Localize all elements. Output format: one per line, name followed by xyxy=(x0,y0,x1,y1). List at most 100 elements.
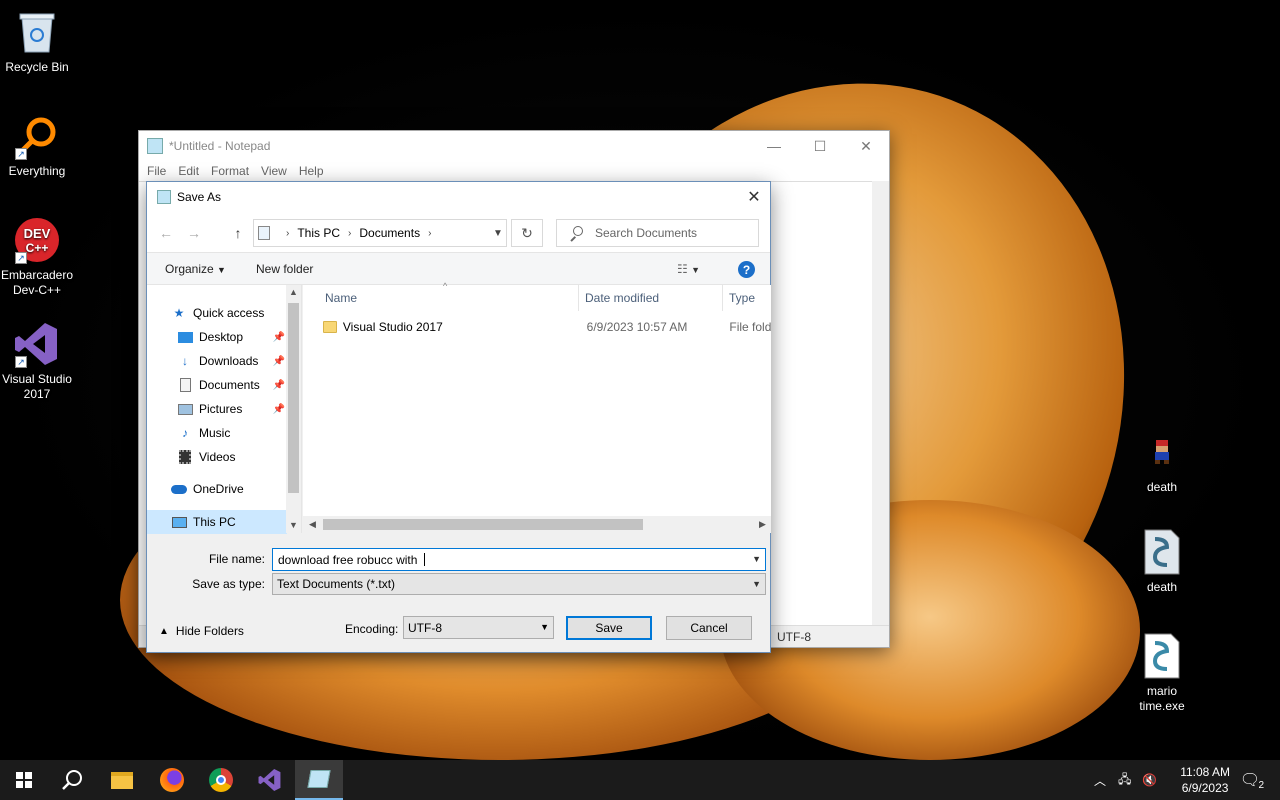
cancel-button[interactable]: Cancel xyxy=(666,616,752,640)
desktop-icon-death-1[interactable]: death xyxy=(1125,428,1199,495)
nav-scroll-thumb[interactable] xyxy=(288,303,299,493)
dev-cpp-icon: DEV C++ ↗ xyxy=(13,216,61,264)
address-row: ← → ↑ › This PC › Documents › ▼ ↻ Search… xyxy=(147,212,770,252)
menu-file[interactable]: File xyxy=(141,161,172,181)
back-arrow-icon[interactable]: ← xyxy=(155,222,177,244)
search-button[interactable] xyxy=(48,760,96,800)
maximize-icon[interactable]: ☐ xyxy=(797,131,843,161)
chevron-right-icon: › xyxy=(286,227,290,239)
save-as-type-select[interactable]: Text Documents (*.txt) ▼ xyxy=(272,573,766,595)
desktop-icon-label: death xyxy=(1146,580,1178,594)
nav-quick-access[interactable]: ★ Quick access xyxy=(147,302,287,324)
nav-videos[interactable]: Videos xyxy=(147,446,287,468)
chevron-down-icon[interactable]: ▼ xyxy=(752,579,761,589)
file-horizontal-scrollbar[interactable]: ◀ ▶ xyxy=(303,516,771,533)
desktop-icon-recycle-bin[interactable]: Recycle Bin xyxy=(0,8,74,75)
search-input[interactable]: Search Documents xyxy=(556,219,759,247)
taskbar-chrome[interactable] xyxy=(197,760,245,800)
desktop-icon xyxy=(177,330,193,344)
menu-help[interactable]: Help xyxy=(293,161,330,181)
hide-folders-button[interactable]: ▲ Hide Folders xyxy=(159,624,244,638)
desktop-icon-death-2[interactable]: death xyxy=(1125,528,1199,595)
forward-arrow-icon[interactable]: → xyxy=(183,222,205,244)
help-icon[interactable]: ? xyxy=(738,261,755,278)
scroll-left-icon[interactable]: ◀ xyxy=(305,517,320,532)
menu-format[interactable]: Format xyxy=(205,161,255,181)
visual-studio-icon xyxy=(258,769,281,791)
new-folder-button[interactable]: New folder xyxy=(256,262,313,276)
chevron-down-icon[interactable]: ▼ xyxy=(540,622,549,632)
close-icon[interactable]: ✕ xyxy=(843,131,889,161)
desktop-icon-visual-studio[interactable]: ↗ Visual Studio 2017 xyxy=(0,320,74,402)
star-icon: ★ xyxy=(173,306,185,320)
chevron-right-icon[interactable]: › xyxy=(428,228,431,239)
nav-downloads[interactable]: ↓ Downloads 📌 xyxy=(147,350,287,372)
address-bar[interactable]: › This PC › Documents › xyxy=(253,219,507,247)
python-file-icon xyxy=(1138,528,1186,576)
chevron-down-icon[interactable]: ▼ xyxy=(487,219,509,247)
menu-edit[interactable]: Edit xyxy=(172,161,205,181)
recycle-bin-icon xyxy=(13,8,61,56)
action-center-button[interactable]: 🗨 2 xyxy=(1238,760,1264,800)
desktop-icon-mario-time[interactable]: mario time.exe xyxy=(1125,632,1199,714)
nav-documents[interactable]: Documents 📌 xyxy=(147,374,287,396)
dialog-titlebar[interactable]: Save As xyxy=(147,182,770,212)
system-clock[interactable]: 11:08 AM 6/9/2023 xyxy=(1180,764,1230,796)
show-hidden-icons-button[interactable]: ︿ xyxy=(1094,760,1106,800)
chevron-right-icon[interactable]: › xyxy=(348,228,351,239)
nav-this-pc[interactable]: This PC xyxy=(147,510,287,534)
visual-studio-icon: ↗ xyxy=(13,320,61,368)
desktop-icon-everything[interactable]: ↗ Everything xyxy=(0,112,74,179)
nav-onedrive[interactable]: OneDrive xyxy=(147,478,287,500)
breadcrumb-documents[interactable]: Documents xyxy=(359,226,420,240)
file-date: 6/9/2023 10:57 AM xyxy=(586,320,688,334)
start-button[interactable] xyxy=(0,760,48,800)
network-icon[interactable]: 🖧 xyxy=(1118,760,1131,800)
nav-desktop[interactable]: Desktop 📌 xyxy=(147,326,287,348)
menu-view[interactable]: View xyxy=(255,161,293,181)
view-options-icon[interactable]: ☷ ▼ xyxy=(677,262,700,276)
chevron-down-icon[interactable]: ▼ xyxy=(752,554,761,564)
taskbar-notepad[interactable] xyxy=(295,760,343,800)
taskbar-firefox[interactable] xyxy=(148,760,196,800)
column-date-modified[interactable]: Date modified xyxy=(579,285,723,311)
taskbar-file-explorer[interactable] xyxy=(98,760,146,800)
taskbar-visual-studio[interactable] xyxy=(246,760,294,800)
refresh-icon[interactable]: ↻ xyxy=(511,219,543,247)
breadcrumb-this-pc[interactable]: This PC xyxy=(297,226,340,240)
file-list-pane: ^ Name Date modified Type Visual Studio … xyxy=(303,281,771,533)
chevron-up-icon: ▲ xyxy=(159,625,169,637)
file-row[interactable]: Visual Studio 2017 6/9/2023 10:57 AM Fil… xyxy=(311,317,771,337)
windows-logo-icon xyxy=(16,772,32,788)
notepad-vertical-scrollbar[interactable] xyxy=(872,181,889,625)
column-type[interactable]: Type xyxy=(723,285,783,311)
encoding-label: Encoding: xyxy=(345,622,399,636)
notepad-menubar: File Edit Format View Help xyxy=(139,161,889,181)
save-as-type-label: Save as type: xyxy=(192,577,265,591)
encoding-select[interactable]: UTF-8 ▼ xyxy=(403,616,554,639)
minimize-icon[interactable]: — xyxy=(751,131,797,161)
file-name-label: File name: xyxy=(208,552,265,566)
computer-icon xyxy=(171,515,187,529)
scroll-up-icon[interactable]: ▲ xyxy=(286,285,301,300)
desktop-icon-dev-cpp[interactable]: DEV C++ ↗ Embarcadero Dev-C++ xyxy=(0,216,74,298)
desktop-icon-label: Embarcadero Dev-C++ xyxy=(0,268,74,297)
scroll-right-icon[interactable]: ▶ xyxy=(755,517,770,532)
notification-icon: 🗨 xyxy=(1239,772,1261,789)
save-button[interactable]: Save xyxy=(566,616,652,640)
nav-pictures[interactable]: Pictures 📌 xyxy=(147,398,287,420)
pin-icon: 📌 xyxy=(272,379,285,391)
close-icon[interactable]: ✕ xyxy=(738,182,770,212)
organize-button[interactable]: Organize ▼ xyxy=(165,262,226,276)
nav-scrollbar[interactable]: ▲ ▼ xyxy=(286,285,301,533)
nav-music[interactable]: ♪ Music xyxy=(147,422,287,444)
shortcut-arrow-icon: ↗ xyxy=(15,356,27,368)
column-name[interactable]: Name xyxy=(319,285,579,311)
file-name-field[interactable]: download free robucc with ▼ xyxy=(272,548,766,571)
desktop-icon-label: Recycle Bin xyxy=(5,60,69,74)
scroll-down-icon[interactable]: ▼ xyxy=(286,518,301,533)
up-arrow-icon[interactable]: ↑ xyxy=(227,222,249,244)
volume-muted-icon[interactable]: 🔇 xyxy=(1142,760,1157,800)
file-scroll-thumb[interactable] xyxy=(323,519,643,530)
notepad-icon xyxy=(147,138,163,154)
